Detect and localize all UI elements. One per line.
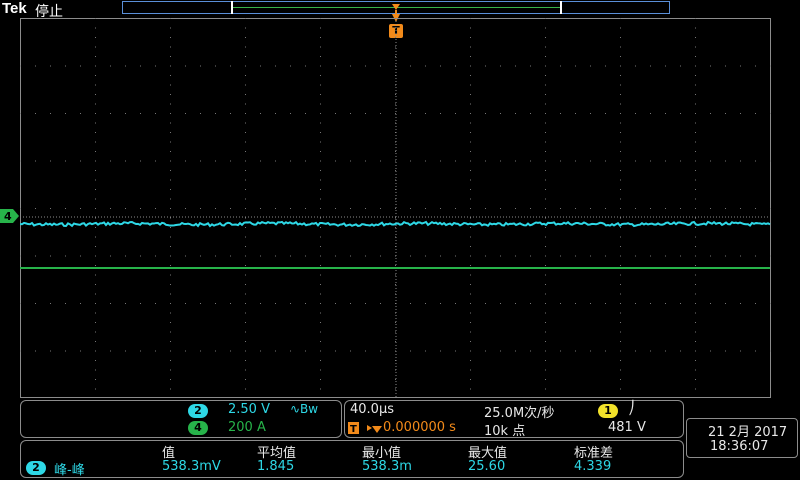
ch4-ground-marker-icon[interactable]: 4: [0, 209, 20, 223]
meas-value: 538.3mV: [162, 459, 221, 474]
meas-type[interactable]: 峰-峰: [54, 459, 85, 478]
ch2-badge[interactable]: 2: [188, 404, 208, 418]
sample-rate: 25.0M次/秒: [484, 406, 555, 421]
bottom-readout-panel: 2 2.50 V ∿Bw 4 200 A 40.0µs 25.0M次/秒 1 ⎠…: [0, 398, 800, 480]
brand-logo: Tek: [2, 0, 27, 17]
trigger-source-badge[interactable]: 1: [598, 404, 618, 418]
meas-mean: 1.845: [257, 459, 295, 474]
trigger-delay-value[interactable]: 0.000000 s: [383, 420, 456, 435]
delay-down-arrow-icon: [372, 426, 382, 433]
svg-text:4: 4: [4, 210, 12, 223]
meas-stddev: 4.339: [574, 459, 612, 474]
top-status-bar: Tek 停止 T: [0, 0, 800, 38]
meas-max: 25.60: [468, 459, 506, 474]
date-readout: 21 2月 2017: [708, 425, 788, 440]
ch2-waveform-trace: [20, 220, 771, 228]
meas-min: 538.3m: [362, 459, 412, 474]
svg-text:T: T: [350, 424, 357, 435]
meas-channel-badge[interactable]: 2: [26, 461, 46, 475]
waveform-graticule[interactable]: [20, 18, 772, 398]
ch2-scale[interactable]: 2.50 V: [228, 402, 270, 417]
ch4-scale[interactable]: 200 A: [228, 420, 266, 435]
time-readout: 18:36:07: [710, 439, 769, 454]
trigger-slope-icon: ⎠: [628, 401, 635, 416]
horizontal-scale[interactable]: 40.0µs: [350, 402, 394, 417]
ch4-badge[interactable]: 4: [188, 421, 208, 435]
ch2-bandwidth-limit-icon: ∿Bw: [290, 402, 319, 416]
record-length[interactable]: 10k 点: [484, 420, 525, 439]
trigger-level[interactable]: 481 V: [608, 420, 646, 435]
trigger-delay-icon: T: [348, 422, 372, 435]
